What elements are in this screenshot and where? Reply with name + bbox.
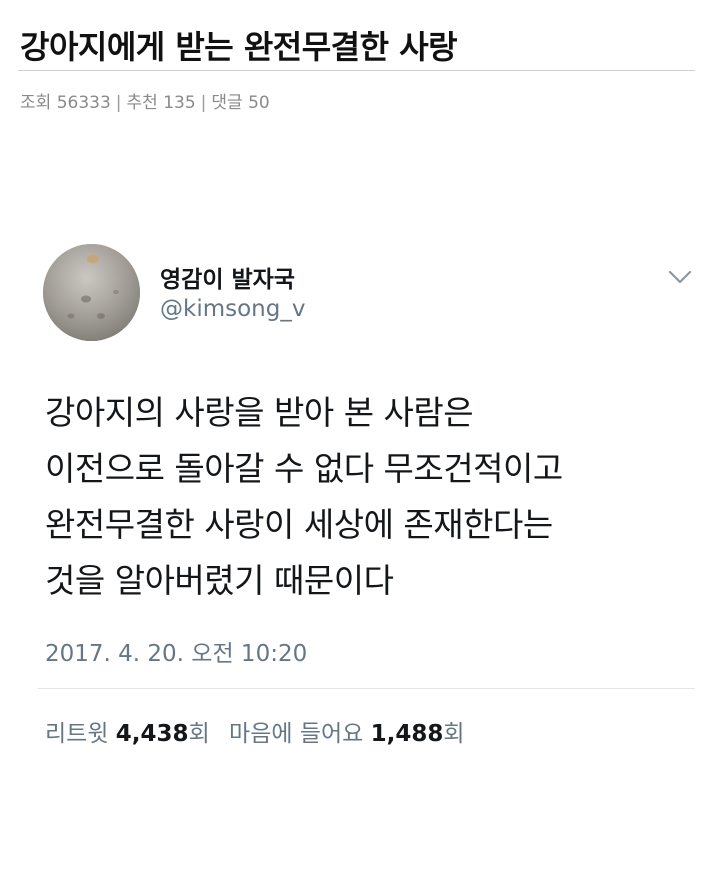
retweet-count: 4,438 <box>115 721 189 747</box>
stats-divider <box>38 688 695 689</box>
tweet-text: 강아지의 사랑을 받아 본 사람은 이전으로 돌아갈 수 없다 무조건적이고 완… <box>45 385 685 609</box>
tweet-timestamp[interactable]: 2017. 4. 20. 오전 10:20 <box>45 634 307 668</box>
tweet-text-line: 것을 알아버렸기 때문이다 <box>45 561 394 600</box>
retweet-stat[interactable]: 리트윗 4,438회 <box>45 721 210 747</box>
comments-count: 50 <box>248 93 270 113</box>
author-handle[interactable]: @kimsong_v <box>160 296 305 322</box>
recommend-label: 추천 <box>126 93 158 113</box>
title-divider <box>18 70 695 71</box>
retweet-unit: 회 <box>188 721 210 747</box>
views-count: 56333 <box>56 93 111 113</box>
meta-separator: | <box>115 93 122 113</box>
avatar[interactable] <box>43 244 140 341</box>
post-meta: 조회 56333 | 추천 135 | 댓글 50 <box>20 88 270 113</box>
comments-label: 댓글 <box>211 93 243 113</box>
tweet-text-line: 강아지의 사랑을 받아 본 사람은 <box>45 393 474 432</box>
chevron-down-icon[interactable] <box>667 268 693 286</box>
retweet-label: 리트윗 <box>45 721 109 747</box>
post-title: 강아지에게 받는 완전무결한 사랑 <box>20 28 458 66</box>
tweet-stats: 리트윗 4,438회 마음에 들어요 1,488회 <box>45 714 465 748</box>
avatar-image <box>43 244 140 341</box>
meta-separator: | <box>200 93 207 113</box>
views-label: 조회 <box>20 93 52 113</box>
recommend-count: 135 <box>163 93 196 113</box>
like-stat[interactable]: 마음에 들어요 1,488회 <box>229 721 465 747</box>
tweet-text-line: 이전으로 돌아갈 수 없다 무조건적이고 <box>45 449 563 488</box>
like-label: 마음에 들어요 <box>229 721 364 747</box>
like-count: 1,488 <box>370 721 444 747</box>
like-unit: 회 <box>443 721 465 747</box>
tweet-text-line: 완전무결한 사랑이 세상에 존재한다는 <box>45 505 553 544</box>
author-name[interactable]: 영감이 발자국 <box>160 260 295 294</box>
